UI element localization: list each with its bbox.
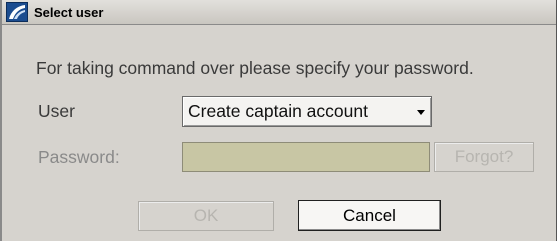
app-icon <box>6 2 28 22</box>
user-select-value: Create captain account <box>188 101 368 121</box>
select-user-dialog: Select user For taking command over plea… <box>0 0 557 241</box>
forgot-password-button[interactable]: Forgot? <box>434 142 534 172</box>
chevron-down-icon[interactable] <box>417 110 425 115</box>
user-select[interactable]: Create captain account <box>182 96 432 127</box>
instruction-text: For taking command over please specify y… <box>36 58 474 78</box>
password-field[interactable] <box>182 142 430 172</box>
title-bar[interactable]: Select user <box>2 0 556 25</box>
password-label: Password: <box>38 147 120 167</box>
cancel-button[interactable]: Cancel <box>298 200 441 231</box>
user-label: User <box>38 101 75 121</box>
window-title: Select user <box>34 4 104 20</box>
ok-button[interactable]: OK <box>138 201 274 231</box>
